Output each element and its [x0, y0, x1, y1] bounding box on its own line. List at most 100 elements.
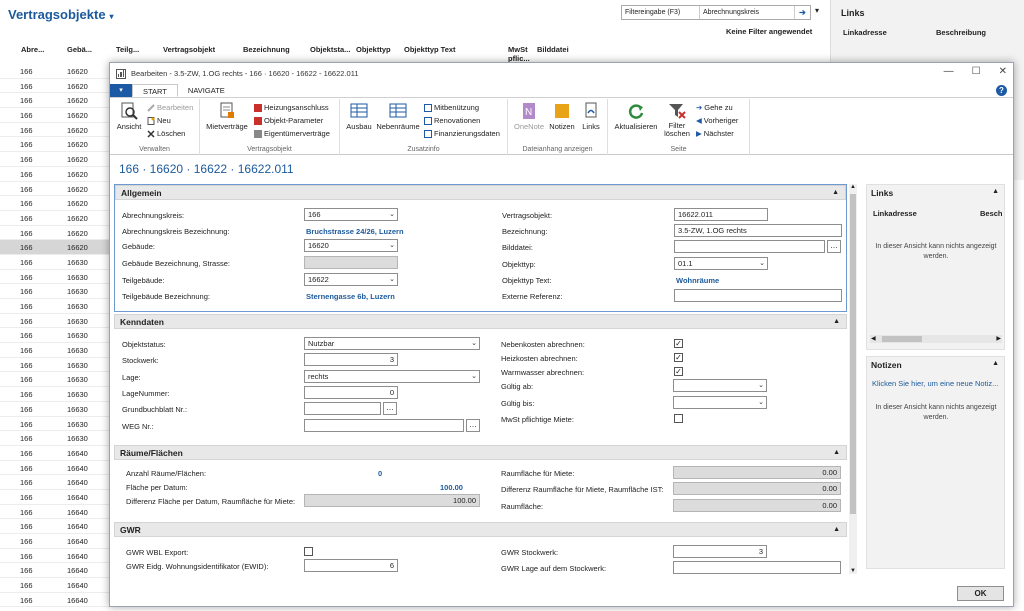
table-row[interactable]: 166 16640 — [0, 490, 110, 505]
new-note-link[interactable]: Klicken Sie hier, um eine neue Notiz... — [872, 379, 1002, 388]
neu-button[interactable]: Neu — [147, 116, 171, 125]
table-row[interactable]: 166 16640 — [0, 475, 110, 490]
ok-button[interactable]: OK — [957, 586, 1004, 601]
table-row[interactable]: 166 16630 — [0, 343, 110, 358]
table-row[interactable]: 166 16640 — [0, 563, 110, 579]
column-header[interactable]: Objektsta... — [310, 45, 350, 54]
table-row[interactable]: 166 16620 — [0, 152, 110, 167]
column-header[interactable]: MwSt pflic... — [508, 45, 530, 63]
mitbenuetzung-button[interactable]: Mitbenützung — [424, 103, 479, 112]
lookup-button[interactable]: … — [466, 419, 480, 432]
ausbau-button[interactable]: Ausbau — [344, 102, 374, 131]
table-row[interactable]: 166 16620 — [0, 196, 110, 211]
section-header[interactable]: Allgemein ▲ — [115, 185, 846, 200]
column-header[interactable]: Bilddatei — [537, 45, 569, 54]
table-row[interactable]: 166 16640 — [0, 549, 110, 564]
column-header[interactable]: Teilg... — [116, 45, 139, 54]
help-icon[interactable]: ? — [996, 85, 1007, 96]
flaeche-per-datum-value[interactable]: 100.00 — [440, 483, 463, 492]
table-row[interactable]: 166 16620 — [0, 108, 110, 123]
anzahl-raeume-value[interactable]: 0 — [378, 469, 382, 478]
links-column[interactable]: Beschreibung — [936, 28, 986, 37]
heizungsanschluss-button[interactable]: Heizungsanschluss — [254, 103, 329, 112]
section-header[interactable]: GWR ▲ — [114, 522, 847, 537]
table-row[interactable]: 166 16630 — [0, 358, 110, 373]
bilddatei-field[interactable] — [674, 240, 825, 253]
ansicht-button[interactable]: Ansicht — [114, 102, 144, 131]
table-row[interactable]: 166 16620 — [0, 167, 110, 182]
close-icon[interactable]: ✕ — [999, 66, 1007, 77]
scroll-down-icon[interactable]: ▼ — [849, 568, 857, 574]
nebenraeume-button[interactable]: Nebenräume — [376, 102, 420, 131]
collapse-icon[interactable]: ▲ — [833, 315, 840, 329]
column-header[interactable]: Vertragsobjekt — [163, 45, 215, 54]
naechster-button[interactable]: ▶ Nächster — [696, 129, 734, 138]
notizen-button[interactable]: Notizen — [548, 102, 576, 131]
links-column[interactable]: Linkadresse — [843, 28, 887, 37]
bearbeiten-button[interactable]: Bearbeiten — [147, 103, 193, 112]
tab-navigate[interactable]: NAVIGATE — [178, 84, 235, 97]
collapse-icon[interactable]: ▲ — [992, 360, 999, 367]
table-row[interactable]: 166 16640 — [0, 461, 110, 476]
table-row[interactable]: 166 16630 — [0, 372, 110, 388]
eigentuemervertraege-button[interactable]: Eigentümerverträge — [254, 129, 330, 138]
warmwasser-checkbox[interactable]: ✓ — [674, 367, 683, 376]
links-column[interactable]: Linkadresse — [873, 209, 917, 218]
table-row[interactable]: 166 16630 — [0, 314, 110, 329]
table-row[interactable]: 166 16630 — [0, 417, 110, 432]
bezeichnung-field[interactable]: 3.5-ZW, 1.OG rechts — [674, 224, 842, 237]
gwr-stockwerk-field[interactable]: 3 — [673, 545, 767, 558]
horizontal-scrollbar[interactable]: ◀ ▶ — [870, 335, 1002, 343]
lagenummer-field[interactable]: 0 — [304, 386, 398, 399]
table-row[interactable]: 166 16640 — [0, 505, 110, 520]
loeschen-button[interactable]: Löschen — [147, 129, 185, 138]
abrechnungskreis-bezeichnung[interactable]: Bruchstrasse 24/26, Luzern — [306, 227, 404, 236]
teilgebaeude-select[interactable]: 16622 ⌄ — [304, 273, 398, 286]
dialog-titlebar[interactable]: Bearbeiten - 3.5-ZW, 1.OG rechts - 166 ·… — [110, 63, 1013, 84]
section-header[interactable]: Räume/Flächen ▲ — [114, 445, 847, 460]
table-row[interactable]: 166 16630 — [0, 270, 110, 285]
page-title[interactable]: Vertragsobjekte ▾ — [8, 7, 114, 22]
table-row[interactable]: 166 16640 — [0, 446, 110, 461]
gwr-wbl-checkbox[interactable] — [304, 547, 313, 556]
table-row[interactable]: 166 16630 — [0, 328, 110, 344]
table-row[interactable]: 166 16620 — [0, 123, 110, 138]
mietvertraege-button[interactable]: Mietverträge — [204, 102, 250, 131]
vertragsobjekt-field[interactable]: 16622.011 — [674, 208, 768, 221]
collapse-icon[interactable]: ▲ — [832, 186, 839, 200]
aktualisieren-button[interactable]: Aktualisieren — [612, 102, 660, 131]
column-header[interactable]: Objekttyp — [356, 45, 391, 54]
links-button[interactable]: Links — [578, 102, 604, 131]
vorheriger-button[interactable]: ◀ Vorheriger — [696, 116, 738, 125]
table-row[interactable]: 166 16620 — [0, 182, 110, 197]
table-row[interactable]: 166 16620 — [0, 79, 110, 94]
table-row[interactable]: 166 16630 — [0, 299, 110, 314]
links-column[interactable]: Besch — [980, 209, 1003, 218]
finanzierungsdaten-button[interactable]: Finanzierungsdaten — [424, 129, 500, 138]
collapse-icon[interactable]: ▲ — [992, 188, 999, 195]
heizkosten-checkbox[interactable]: ✓ — [674, 353, 683, 362]
table-row[interactable]: 166 16620 — [0, 64, 110, 79]
table-row[interactable]: 166 16640 — [0, 519, 110, 534]
section-header[interactable]: Kenndaten ▲ — [114, 314, 847, 329]
table-row[interactable]: 166 16630 — [0, 255, 110, 270]
chevron-down-icon[interactable]: ▾ — [815, 6, 819, 15]
collapse-icon[interactable]: ▲ — [833, 446, 840, 460]
table-row[interactable]: 166 16620 — [0, 93, 110, 109]
externe-referenz-field[interactable] — [674, 289, 842, 302]
table-row[interactable]: 166 16640 — [0, 578, 110, 593]
grundbuchblatt-field[interactable] — [304, 402, 381, 415]
nebenkosten-checkbox[interactable]: ✓ — [674, 339, 683, 348]
table-row[interactable]: 166 16630 — [0, 284, 110, 299]
table-row[interactable]: 166 16620 — [0, 137, 110, 153]
onenote-button[interactable]: N OneNote — [512, 102, 546, 131]
tab-start[interactable]: START — [132, 84, 178, 97]
gueltig-bis-field[interactable]: ⌄ — [673, 396, 767, 409]
scroll-right-icon[interactable]: ▶ — [996, 335, 1001, 342]
renovationen-button[interactable]: Renovationen — [424, 116, 480, 125]
filter-field-select[interactable]: Abrechnungskreis — [700, 6, 794, 19]
filter-bar[interactable]: Filtereingabe (F3) Abrechnungskreis ➔ — [621, 5, 811, 20]
arrow-right-icon[interactable]: ➔ — [794, 6, 810, 19]
ewid-field[interactable]: 6 — [304, 559, 398, 572]
table-row[interactable]: 166 16640 — [0, 593, 110, 608]
